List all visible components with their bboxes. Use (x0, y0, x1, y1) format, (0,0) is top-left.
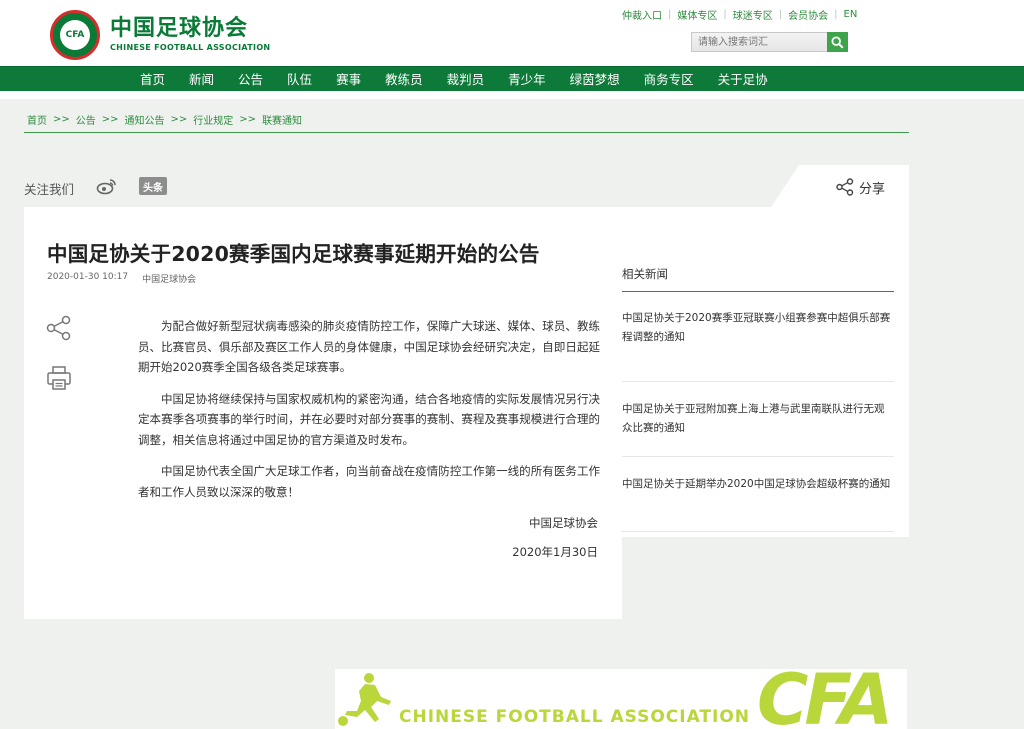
cfa-emblem-text: CFA (60, 20, 90, 50)
top-link-fans[interactable]: 球迷专区 (733, 7, 773, 22)
footer-cfa-logo: CFA (757, 669, 893, 729)
breadcrumb-home[interactable]: 首页 (27, 112, 47, 127)
article-meta: 2020-01-30 10:17 中国足球协会 (47, 272, 196, 285)
article-paragraph: 中国足协代表全国广大足球工作者，向当前奋战在疫情防控工作第一线的所有医务工作者和… (138, 464, 600, 499)
search-input[interactable] (691, 32, 827, 52)
related-news-divider (622, 291, 894, 292)
breadcrumb-announcements[interactable]: 公告 (76, 112, 96, 127)
top-link-separator: | (778, 9, 783, 20)
nav-item-green-dream[interactable]: 绿茵梦想 (558, 67, 632, 92)
share-label: 分享 (859, 182, 886, 197)
article-date: 2020-01-30 10:17 (47, 272, 129, 282)
related-news: 相关新闻 中国足协关于2020赛季亚冠联赛小组赛参赛中超俱乐部赛程调整的通知 中… (614, 207, 909, 537)
search-icon (831, 35, 844, 49)
breadcrumb-separator: >> (170, 114, 188, 125)
nav-spacer (0, 91, 1024, 99)
search-button[interactable] (827, 32, 848, 52)
site-header: CFA 中国足球协会 CHINESE FOOTBALL ASSOCIATION … (0, 0, 1024, 66)
nav-item-about[interactable]: 关于足协 (706, 67, 780, 92)
nav-item-coaches[interactable]: 教练员 (373, 67, 435, 92)
related-news-item[interactable]: 中国足协关于延期举办2020中国足球协会超级杯赛的通知 (622, 457, 894, 532)
top-links: 仲裁入口 | 媒体专区 | 球迷专区 | 会员协会 | EN (622, 7, 857, 22)
nav-item-announcements[interactable]: 公告 (226, 67, 275, 92)
top-link-separator: | (668, 9, 672, 20)
top-link-separator: | (834, 9, 838, 20)
breadcrumb-notices[interactable]: 通知公告 (125, 112, 165, 127)
weibo-icon[interactable] (96, 177, 118, 195)
nav-list: 首页 新闻 公告 队伍 赛事 教练员 裁判员 青少年 绿茵梦想 商务专区 关于足… (128, 67, 780, 92)
toutiao-button[interactable]: 头条 (139, 177, 167, 195)
footer-banner: CHINESE FOOTBALL ASSOCIATION CFA (335, 669, 907, 729)
article-body: 为配合做好新型冠状病毒感染的肺炎疫情防控工作，保障广大球迷、媒体、球员、教练员、… (138, 316, 600, 513)
nav-item-competitions[interactable]: 赛事 (324, 67, 373, 92)
print-icon[interactable] (46, 365, 72, 391)
top-link-separator: | (723, 9, 727, 20)
nav-item-referees[interactable]: 裁判员 (435, 67, 497, 92)
related-news-item[interactable]: 中国足协关于亚冠附加赛上海上港与武里南联队进行无观众比赛的通知 (622, 382, 894, 457)
cfa-emblem-icon: CFA (50, 10, 100, 60)
share-area[interactable]: 分享 (771, 165, 909, 207)
footer-banner-text: CHINESE FOOTBALL ASSOCIATION (399, 707, 751, 727)
article-paragraph: 中国足协将继续保持与国家权威机构的紧密沟通，结合各地疫情的实际发展情况另行决定本… (138, 391, 600, 447)
follow-bar: 关注我们 头条 分享 (24, 165, 909, 207)
top-link-members[interactable]: 会员协会 (788, 7, 828, 22)
breadcrumb-league-notices[interactable]: 联赛通知 (262, 112, 302, 127)
related-news-item[interactable]: 中国足协关于2020赛季亚冠联赛小组赛参赛中超俱乐部赛程调整的通知 (622, 307, 894, 382)
article-title: 中国足协关于2020赛季国内足球赛事延期开始的公告 (47, 242, 540, 266)
follow-us-label: 关注我们 (24, 182, 75, 197)
signature-date: 2020年1月30日 (512, 545, 598, 559)
breadcrumb-divider (24, 132, 909, 133)
breadcrumb-separator: >> (53, 114, 70, 125)
nav-item-business[interactable]: 商务专区 (632, 67, 706, 92)
logo-title-cn: 中国足球协会 (110, 16, 249, 41)
article-paragraph: 为配合做好新型冠状病毒感染的肺炎疫情防控工作，保障广大球迷、媒体、球员、教练员、… (138, 319, 600, 374)
top-link-english[interactable]: EN (844, 9, 858, 20)
signature-organization: 中国足球协会 (529, 516, 598, 530)
top-link-arbitration[interactable]: 仲裁入口 (622, 7, 662, 22)
share-icon (836, 178, 854, 196)
breadcrumb-regulations[interactable]: 行业规定 (193, 112, 233, 127)
football-player-icon (338, 673, 391, 726)
breadcrumb-separator: >> (239, 114, 257, 125)
nav-item-teams[interactable]: 队伍 (275, 67, 324, 92)
nav-item-news[interactable]: 新闻 (177, 67, 226, 92)
nav-item-youth[interactable]: 青少年 (496, 67, 558, 92)
nav-item-home[interactable]: 首页 (128, 67, 177, 92)
top-link-media[interactable]: 媒体专区 (677, 7, 717, 22)
main-nav: 首页 新闻 公告 队伍 赛事 教练员 裁判员 青少年 绿茵梦想 商务专区 关于足… (0, 66, 1024, 91)
share-icon[interactable] (46, 315, 72, 341)
breadcrumb: 首页 >> 公告 >> 通知公告 >> 行业规定 >> 联赛通知 (27, 112, 302, 127)
article-source: 中国足球协会 (142, 275, 197, 285)
related-news-list: 中国足协关于2020赛季亚冠联赛小组赛参赛中超俱乐部赛程调整的通知 中国足协关于… (622, 307, 894, 532)
logo-text: 中国足球协会 CHINESE FOOTBALL ASSOCIATION (110, 16, 270, 54)
site-logo[interactable]: CFA 中国足球协会 CHINESE FOOTBALL ASSOCIATION (50, 10, 270, 60)
search-box (691, 32, 848, 52)
breadcrumb-separator: >> (101, 114, 119, 125)
article-card: 中国足协关于2020赛季国内足球赛事延期开始的公告 2020-01-30 10:… (24, 207, 622, 619)
related-news-title: 相关新闻 (622, 267, 668, 281)
logo-title-en: CHINESE FOOTBALL ASSOCIATION (110, 43, 271, 52)
